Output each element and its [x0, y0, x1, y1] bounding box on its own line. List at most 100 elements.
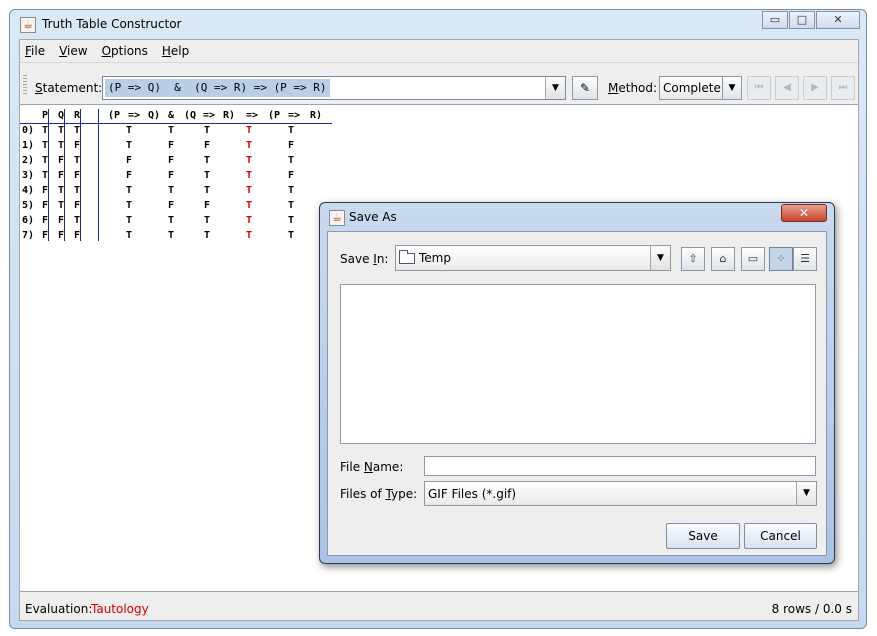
file-name-mnemonic: N	[363, 460, 373, 474]
statement-combo[interactable]: (P => Q) & (Q => R) => (P => R) ▼	[102, 76, 566, 100]
table-cell: T	[42, 125, 49, 136]
file-name-label-post: ame:	[372, 460, 404, 474]
method-label: Method:	[608, 81, 657, 95]
last-row-button[interactable]: ⏭	[831, 76, 855, 100]
header-cell: Q	[58, 110, 65, 121]
table-cell: F	[168, 155, 175, 166]
files-of-type-dropdown-arrow-icon[interactable]: ▼	[796, 482, 816, 505]
table-cell: T	[168, 230, 175, 241]
menu-options-label: ptions	[111, 44, 148, 58]
save-in-label: Save In:	[340, 252, 388, 266]
table-row: 4) F T T T T T T T	[20, 184, 332, 199]
table-cell: F	[74, 200, 81, 211]
new-folder-button[interactable]: ▭	[741, 247, 765, 271]
table-row: 5) F T F T F F T T	[20, 199, 332, 214]
truth-table-body: 0) T T T T T T T T 1) T T F T F F T F 2) T F T F F T T T 3) T F F F F T T F…	[20, 124, 332, 244]
menu-file[interactable]: File	[25, 44, 45, 58]
save-in-value: Temp	[419, 251, 451, 265]
table-cell: T	[168, 215, 175, 226]
new-folder-icon: ▭	[747, 252, 759, 265]
menu-view[interactable]: View	[59, 44, 87, 58]
file-list[interactable]	[340, 284, 816, 444]
table-row: 0) T T T T T T T T	[20, 124, 332, 139]
row-index: 0)	[22, 125, 35, 136]
table-cell: F	[42, 200, 49, 211]
previous-row-button[interactable]: ◀	[775, 76, 799, 100]
statement-dropdown-arrow-icon[interactable]: ▼	[545, 77, 565, 99]
table-cell: T	[246, 200, 253, 211]
dialog-close-button[interactable]: ✕	[781, 204, 827, 222]
files-of-type-combo[interactable]: GIF Files (*.gif) ▼	[424, 481, 817, 506]
statement-input[interactable]: (P => Q) & (Q => R) => (P => R)	[105, 79, 330, 97]
table-cell: T	[168, 185, 175, 196]
row-index: 2)	[22, 155, 35, 166]
list-view-button[interactable]: ⁘	[769, 247, 793, 271]
table-cell: T	[246, 170, 253, 181]
menu-bar: File View Options Help	[20, 40, 858, 62]
menu-view-label: iew	[67, 44, 88, 58]
edit-statement-button[interactable]: ✎	[572, 76, 598, 100]
toolbar: Statement: (P => Q) & (Q => R) => (P => …	[20, 62, 858, 102]
table-cell: F	[42, 230, 49, 241]
method-dropdown-arrow-icon[interactable]: ▼	[722, 76, 742, 100]
status-bar: Evaluation: Tautology 8 rows / 0.0 s	[20, 598, 858, 620]
row-index: 3)	[22, 170, 35, 181]
table-cell: T	[288, 200, 295, 211]
table-cell: T	[126, 215, 133, 226]
table-cell: T	[204, 155, 211, 166]
list-view-icon: ⁘	[776, 252, 786, 265]
rows-info: 8 rows / 0.0 s	[771, 602, 852, 616]
row-index: 6)	[22, 215, 35, 226]
table-row: 6) F F T T T T T T	[20, 214, 332, 229]
save-button[interactable]: Save	[666, 523, 740, 549]
maximize-button[interactable]: □	[789, 11, 815, 29]
header-cell: &	[168, 110, 175, 121]
header-cell: (P	[108, 110, 121, 121]
table-cell: T	[246, 215, 253, 226]
table-cell: T	[246, 155, 253, 166]
details-view-button[interactable]: ☰	[793, 247, 817, 271]
table-cell: T	[74, 155, 81, 166]
save-in-combo[interactable]: Temp ▼	[395, 245, 671, 271]
menu-help[interactable]: Help	[162, 44, 189, 58]
table-row: 2) T F T F F T T T	[20, 154, 332, 169]
first-row-button[interactable]: ⏮	[747, 76, 771, 100]
table-cell: T	[288, 230, 295, 241]
evaluation-label: Evaluation:	[25, 602, 93, 616]
minimize-button[interactable]: ▭	[762, 11, 788, 29]
statement-label-text: tatement:	[42, 81, 103, 95]
save-in-dropdown-arrow-icon[interactable]: ▼	[650, 246, 670, 270]
menu-options-mnemonic: O	[101, 44, 112, 58]
dialog-client: Save In: Temp ▼ ⇧ ⌂ ▭ ⁘ ☰ File Name: Fil…	[327, 231, 827, 556]
home-button[interactable]: ⌂	[711, 247, 735, 271]
close-button[interactable]: ✕	[816, 11, 860, 29]
up-one-level-button[interactable]: ⇧	[681, 247, 705, 271]
table-cell: T	[126, 185, 133, 196]
row-index: 7)	[22, 230, 35, 241]
statement-mnemonic: S	[35, 81, 43, 95]
table-cell: T	[58, 125, 65, 136]
header-cell: R)	[223, 110, 236, 121]
table-cell: F	[58, 230, 65, 241]
table-cell: T	[126, 125, 133, 136]
java-app-icon: ☕	[20, 17, 36, 33]
header-cell: Q)	[148, 110, 161, 121]
file-name-input[interactable]	[424, 456, 816, 476]
header-cell: =>	[246, 110, 259, 121]
cancel-button[interactable]: Cancel	[744, 523, 817, 549]
table-cell: T	[204, 185, 211, 196]
table-cell: T	[246, 125, 253, 136]
header-cell: =>	[203, 110, 216, 121]
dialog-title: Save As	[349, 210, 397, 224]
table-cell: F	[204, 140, 211, 151]
title-bar[interactable]: ☕ Truth Table Constructor ▭ □ ✕	[10, 10, 866, 38]
table-cell: T	[204, 230, 211, 241]
next-row-button[interactable]: ▶	[803, 76, 827, 100]
toolbar-grip[interactable]	[23, 75, 27, 95]
header-cell: (P	[268, 110, 281, 121]
table-cell: T	[204, 125, 211, 136]
table-row: 7) F F F T T T T T	[20, 229, 332, 244]
table-cell: F	[74, 230, 81, 241]
table-cell: F	[58, 215, 65, 226]
menu-options[interactable]: Options	[102, 44, 148, 58]
